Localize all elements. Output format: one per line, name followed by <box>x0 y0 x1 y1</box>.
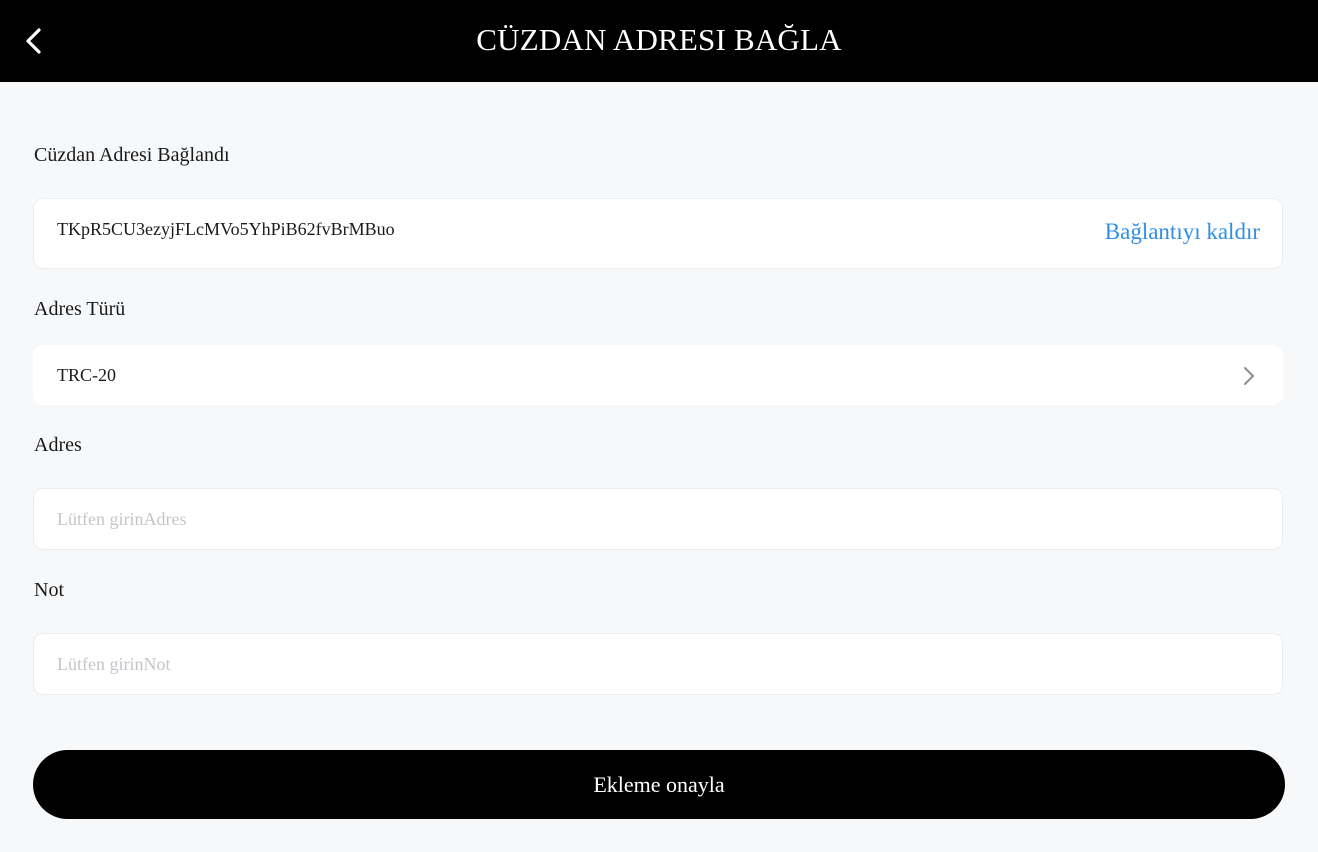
address-field <box>33 488 1283 550</box>
back-button[interactable] <box>20 21 60 61</box>
bound-address-card: TKpR5CU3ezyjFLcMVo5YhPiB62fvBrMBuo Bağla… <box>33 198 1283 269</box>
note-field <box>33 633 1283 695</box>
bound-address-label: Cüzdan Adresi Bağlandı <box>34 144 230 166</box>
chevron-left-icon <box>26 28 41 54</box>
note-label: Not <box>34 579 64 601</box>
unbind-link[interactable]: Bağlantıyı kaldır <box>1105 219 1260 245</box>
address-input[interactable] <box>34 489 1282 549</box>
note-input[interactable] <box>34 634 1282 694</box>
bound-address-value: TKpR5CU3ezyjFLcMVo5YhPiB62fvBrMBuo <box>57 219 395 239</box>
top-header-bar: CÜZDAN ADRESI BAĞLA <box>0 0 1318 82</box>
address-type-label: Adres Türü <box>34 298 126 320</box>
address-type-select[interactable]: TRC-20 <box>33 345 1283 405</box>
confirm-add-button[interactable]: Ekleme onayla <box>33 750 1285 819</box>
address-type-value: TRC-20 <box>57 365 117 385</box>
page-title: CÜZDAN ADRESI BAĞLA <box>476 22 842 57</box>
address-label: Adres <box>34 434 82 456</box>
chevron-right-icon <box>1244 367 1254 385</box>
